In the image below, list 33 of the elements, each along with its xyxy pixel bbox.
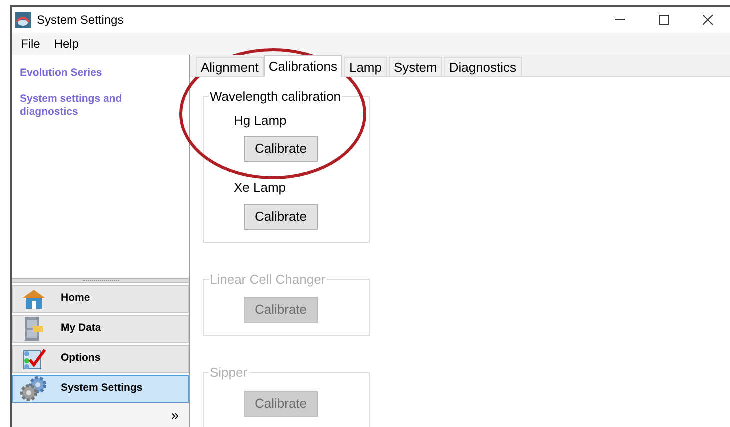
tab[interactable]: Lamp [344,57,387,76]
expand-button[interactable]: » [171,408,179,422]
gears-icon [19,376,49,402]
lamp-label: Hg Lamp [234,112,287,130]
tab[interactable]: Calibrations [264,55,342,77]
house-icon [22,288,46,310]
calibrate-button[interactable]: Calibrate [244,204,318,230]
calibrate-button: Calibrate [244,297,318,323]
menu-item[interactable]: File [14,35,48,53]
minimize-icon [615,19,625,21]
group-title: Wavelength calibration [209,88,342,106]
nav-item[interactable]: System Settings [12,375,189,403]
tab[interactable]: Alignment [196,57,264,76]
window-title: System Settings [37,12,124,29]
splitter-handle[interactable] [12,278,189,283]
calibrate-button: Calibrate [244,390,318,416]
group-title: Linear Cell Changer [209,270,327,289]
maximize-icon [659,15,669,25]
checklist-icon [21,346,47,372]
nav-item[interactable]: Options [12,345,189,373]
menu-item[interactable]: Help [47,35,86,53]
calibrate-button[interactable]: Calibrate [244,136,318,162]
nav-item[interactable]: Home [12,285,189,313]
close-icon [703,15,713,25]
tab[interactable]: System [389,57,442,76]
sidebar-link[interactable]: Evolution Series [20,67,150,80]
sidebar-link[interactable]: System settings and diagnostics [20,93,150,119]
tab[interactable]: Diagnostics [444,57,522,76]
group-title: Sipper [209,364,249,382]
app-logo-icon [15,12,31,28]
file-cabinet-icon [23,316,45,342]
nav-item[interactable]: My Data [12,315,189,343]
lamp-label: Xe Lamp [234,179,286,197]
